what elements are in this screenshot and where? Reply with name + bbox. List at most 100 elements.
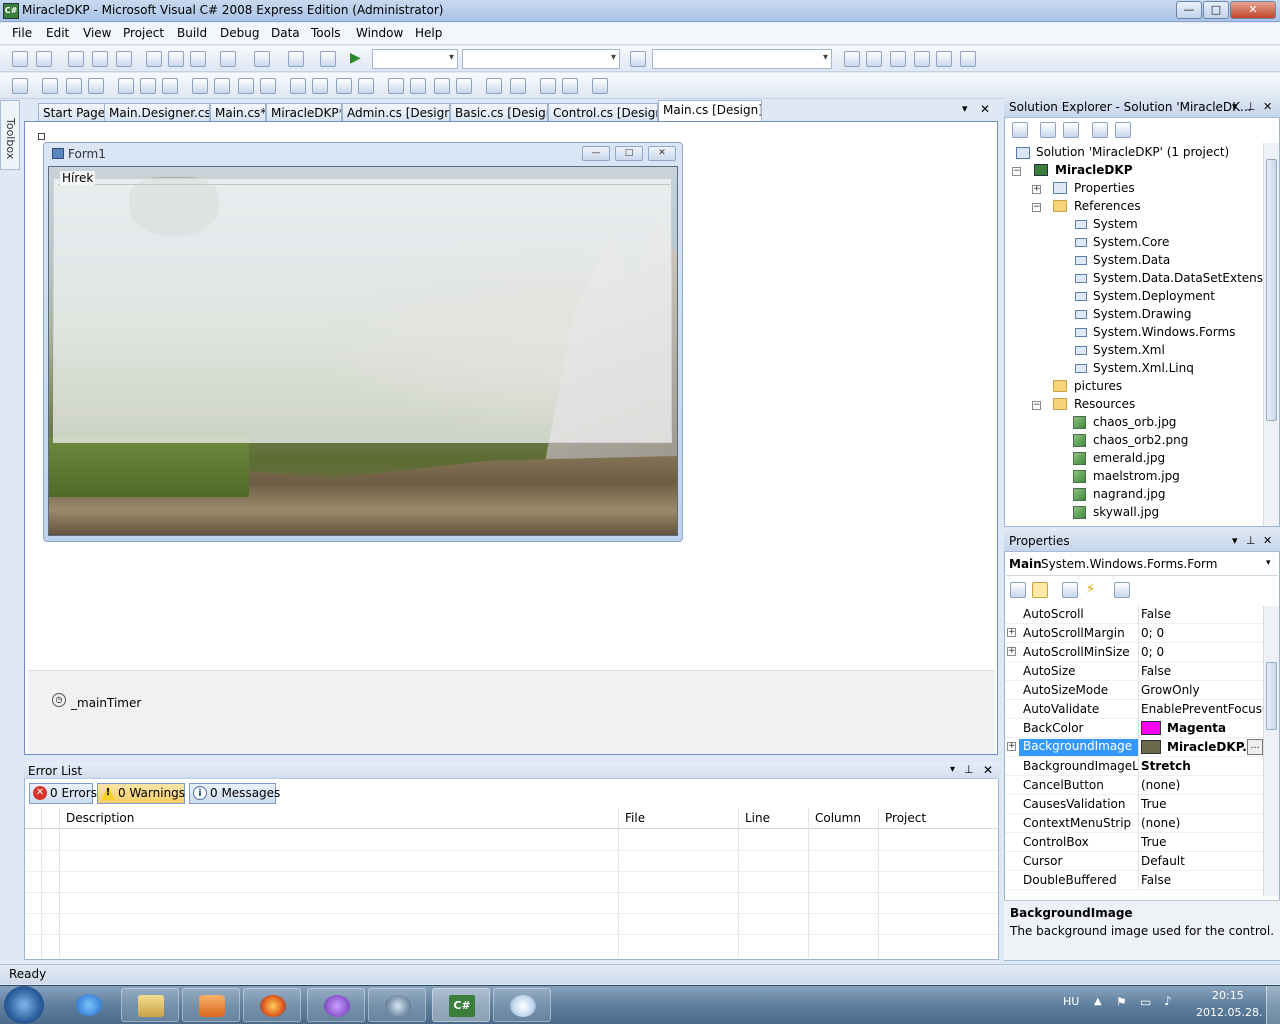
solution-explorer-icon[interactable]: [844, 51, 860, 67]
tree-resource-file[interactable]: emerald.jpg: [1093, 451, 1165, 465]
save-all-icon[interactable]: [116, 51, 132, 67]
tab-control-design[interactable]: Control.cs [Design]: [548, 103, 658, 122]
redo-icon[interactable]: [254, 51, 270, 67]
property-name[interactable]: AutoScrollMargin: [1023, 626, 1138, 640]
menu-data[interactable]: Data: [271, 26, 300, 40]
column-line[interactable]: Line: [745, 811, 770, 825]
align-tops-icon[interactable]: [118, 78, 134, 94]
h-spacing-remove-icon[interactable]: [358, 78, 374, 94]
start-button-icon[interactable]: [4, 986, 44, 1024]
clock-date[interactable]: 2012.05.28.: [1196, 1006, 1262, 1019]
news-groupbox[interactable]: [53, 178, 672, 443]
property-name[interactable]: AutoSize: [1023, 664, 1138, 678]
close-button[interactable]: ✕: [1230, 1, 1276, 19]
property-row[interactable]: + AutoScrollMinSize 0; 0: [1005, 643, 1263, 662]
property-row[interactable]: CausesValidation True: [1005, 795, 1263, 814]
property-name[interactable]: AutoSizeMode: [1023, 683, 1138, 697]
solution-config-dropdown[interactable]: [372, 49, 458, 69]
alphabetical-icon[interactable]: [1032, 582, 1048, 598]
messages-filter-button[interactable]: i 0 Messages: [189, 783, 280, 804]
property-value[interactable]: EnablePreventFocusCh: [1141, 702, 1263, 716]
property-value[interactable]: False: [1141, 873, 1263, 887]
h-spacing-increase-icon[interactable]: [312, 78, 328, 94]
align-rights-icon[interactable]: [88, 78, 104, 94]
align-bottoms-icon[interactable]: [162, 78, 178, 94]
se-view-code-icon[interactable]: [1092, 122, 1108, 138]
se-properties-icon[interactable]: [1012, 122, 1028, 138]
property-name[interactable]: BackgroundImage: [1019, 739, 1138, 756]
timer-icon[interactable]: ◷: [52, 693, 66, 707]
props-menu-icon[interactable]: ▾: [1232, 534, 1238, 547]
menu-project[interactable]: Project: [123, 26, 164, 40]
tree-resource-file[interactable]: chaos_orb2.png: [1093, 433, 1188, 447]
tab-basic-design[interactable]: Basic.cs [Design]: [450, 103, 548, 122]
align-middles-icon[interactable]: [140, 78, 156, 94]
se-close-icon[interactable]: ✕: [1263, 100, 1272, 113]
align-to-grid-icon[interactable]: [12, 78, 28, 94]
collapse-icon[interactable]: −: [1032, 203, 1041, 212]
property-row[interactable]: AutoSizeMode GrowOnly: [1005, 681, 1263, 700]
h-spacing-equal-icon[interactable]: [290, 78, 306, 94]
scrollbar-thumb[interactable]: [1266, 662, 1277, 730]
bring-to-front-icon[interactable]: [540, 78, 556, 94]
show-hidden-icons-icon[interactable]: ▲: [1094, 996, 1102, 1007]
send-to-back-icon[interactable]: [562, 78, 578, 94]
menu-help[interactable]: Help: [415, 26, 442, 40]
center-horizontally-icon[interactable]: [486, 78, 502, 94]
collapse-icon[interactable]: −: [1012, 167, 1021, 176]
toolbox-icon[interactable]: [914, 51, 930, 67]
undo-icon[interactable]: [220, 51, 236, 67]
menu-file[interactable]: File: [12, 26, 32, 40]
tree-ref-item[interactable]: System.Data.DataSetExtensions: [1093, 271, 1264, 285]
tree-resource-file[interactable]: maelstrom.jpg: [1093, 469, 1180, 483]
property-value[interactable]: (none): [1141, 778, 1263, 792]
se-refresh-icon[interactable]: [1063, 122, 1079, 138]
new-project-icon[interactable]: [12, 51, 28, 67]
tree-properties[interactable]: Properties: [1074, 181, 1135, 195]
property-value[interactable]: Magenta: [1167, 721, 1263, 735]
property-name[interactable]: Cursor: [1023, 854, 1138, 868]
property-row[interactable]: ControlBox True: [1005, 833, 1263, 852]
property-value[interactable]: (none): [1141, 816, 1263, 830]
menu-window[interactable]: Window: [356, 26, 403, 40]
property-row[interactable]: AutoScroll False: [1005, 605, 1263, 624]
error-list-close-icon[interactable]: ✕: [983, 763, 993, 777]
tree-project[interactable]: MiracleDKP: [1055, 163, 1133, 177]
se-show-all-files-icon[interactable]: [1040, 122, 1056, 138]
tab-start-page[interactable]: Start Page: [38, 103, 114, 122]
property-row[interactable]: DoubleBuffered False: [1005, 871, 1263, 890]
form-resize-handle[interactable]: [38, 133, 45, 140]
property-row[interactable]: + BackgroundImage MiracleDKP.Pr…: [1005, 738, 1263, 757]
properties-view-icon[interactable]: [1062, 582, 1078, 598]
property-name[interactable]: AutoScrollMinSize: [1023, 645, 1138, 659]
object-selector[interactable]: Main System.Windows.Forms.Form ▾: [1006, 554, 1278, 576]
tree-ref-item[interactable]: System.Core: [1093, 235, 1169, 249]
network-icon[interactable]: ▭: [1140, 995, 1151, 1009]
copy-icon[interactable]: [168, 51, 184, 67]
property-row[interactable]: CancelButton (none): [1005, 776, 1263, 795]
tree-ref-item[interactable]: System.Drawing: [1093, 307, 1191, 321]
open-icon[interactable]: [68, 51, 84, 67]
property-value[interactable]: True: [1141, 835, 1263, 849]
more-tools-icon[interactable]: [960, 51, 976, 67]
menu-view[interactable]: View: [83, 26, 111, 40]
tree-pictures[interactable]: pictures: [1074, 379, 1122, 393]
tree-ref-item[interactable]: System.Data: [1093, 253, 1170, 267]
maximize-button[interactable]: □: [1203, 1, 1229, 19]
column-column[interactable]: Column: [815, 811, 861, 825]
start-debugging-icon[interactable]: ▶: [350, 51, 366, 67]
se-pin-icon[interactable]: ⊥: [1246, 100, 1256, 113]
se-view-designer-icon[interactable]: [1115, 122, 1131, 138]
taskbar-media[interactable]: [182, 988, 240, 1022]
error-list-menu-icon[interactable]: ▾: [950, 764, 955, 775]
navigate-forward-icon[interactable]: [320, 51, 336, 67]
tab-list-dropdown-icon[interactable]: ▾: [962, 102, 968, 115]
events-icon[interactable]: ⚡: [1086, 582, 1095, 597]
tab-order-icon[interactable]: [592, 78, 608, 94]
taskbar-app[interactable]: [368, 988, 426, 1022]
menu-debug[interactable]: Debug: [220, 26, 259, 40]
find-in-files-icon[interactable]: [630, 51, 646, 67]
tab-main-design[interactable]: Main.cs [Design]*: [658, 100, 762, 122]
errors-filter-button[interactable]: ✕ 0 Errors: [29, 783, 97, 804]
expand-icon[interactable]: +: [1032, 185, 1041, 194]
